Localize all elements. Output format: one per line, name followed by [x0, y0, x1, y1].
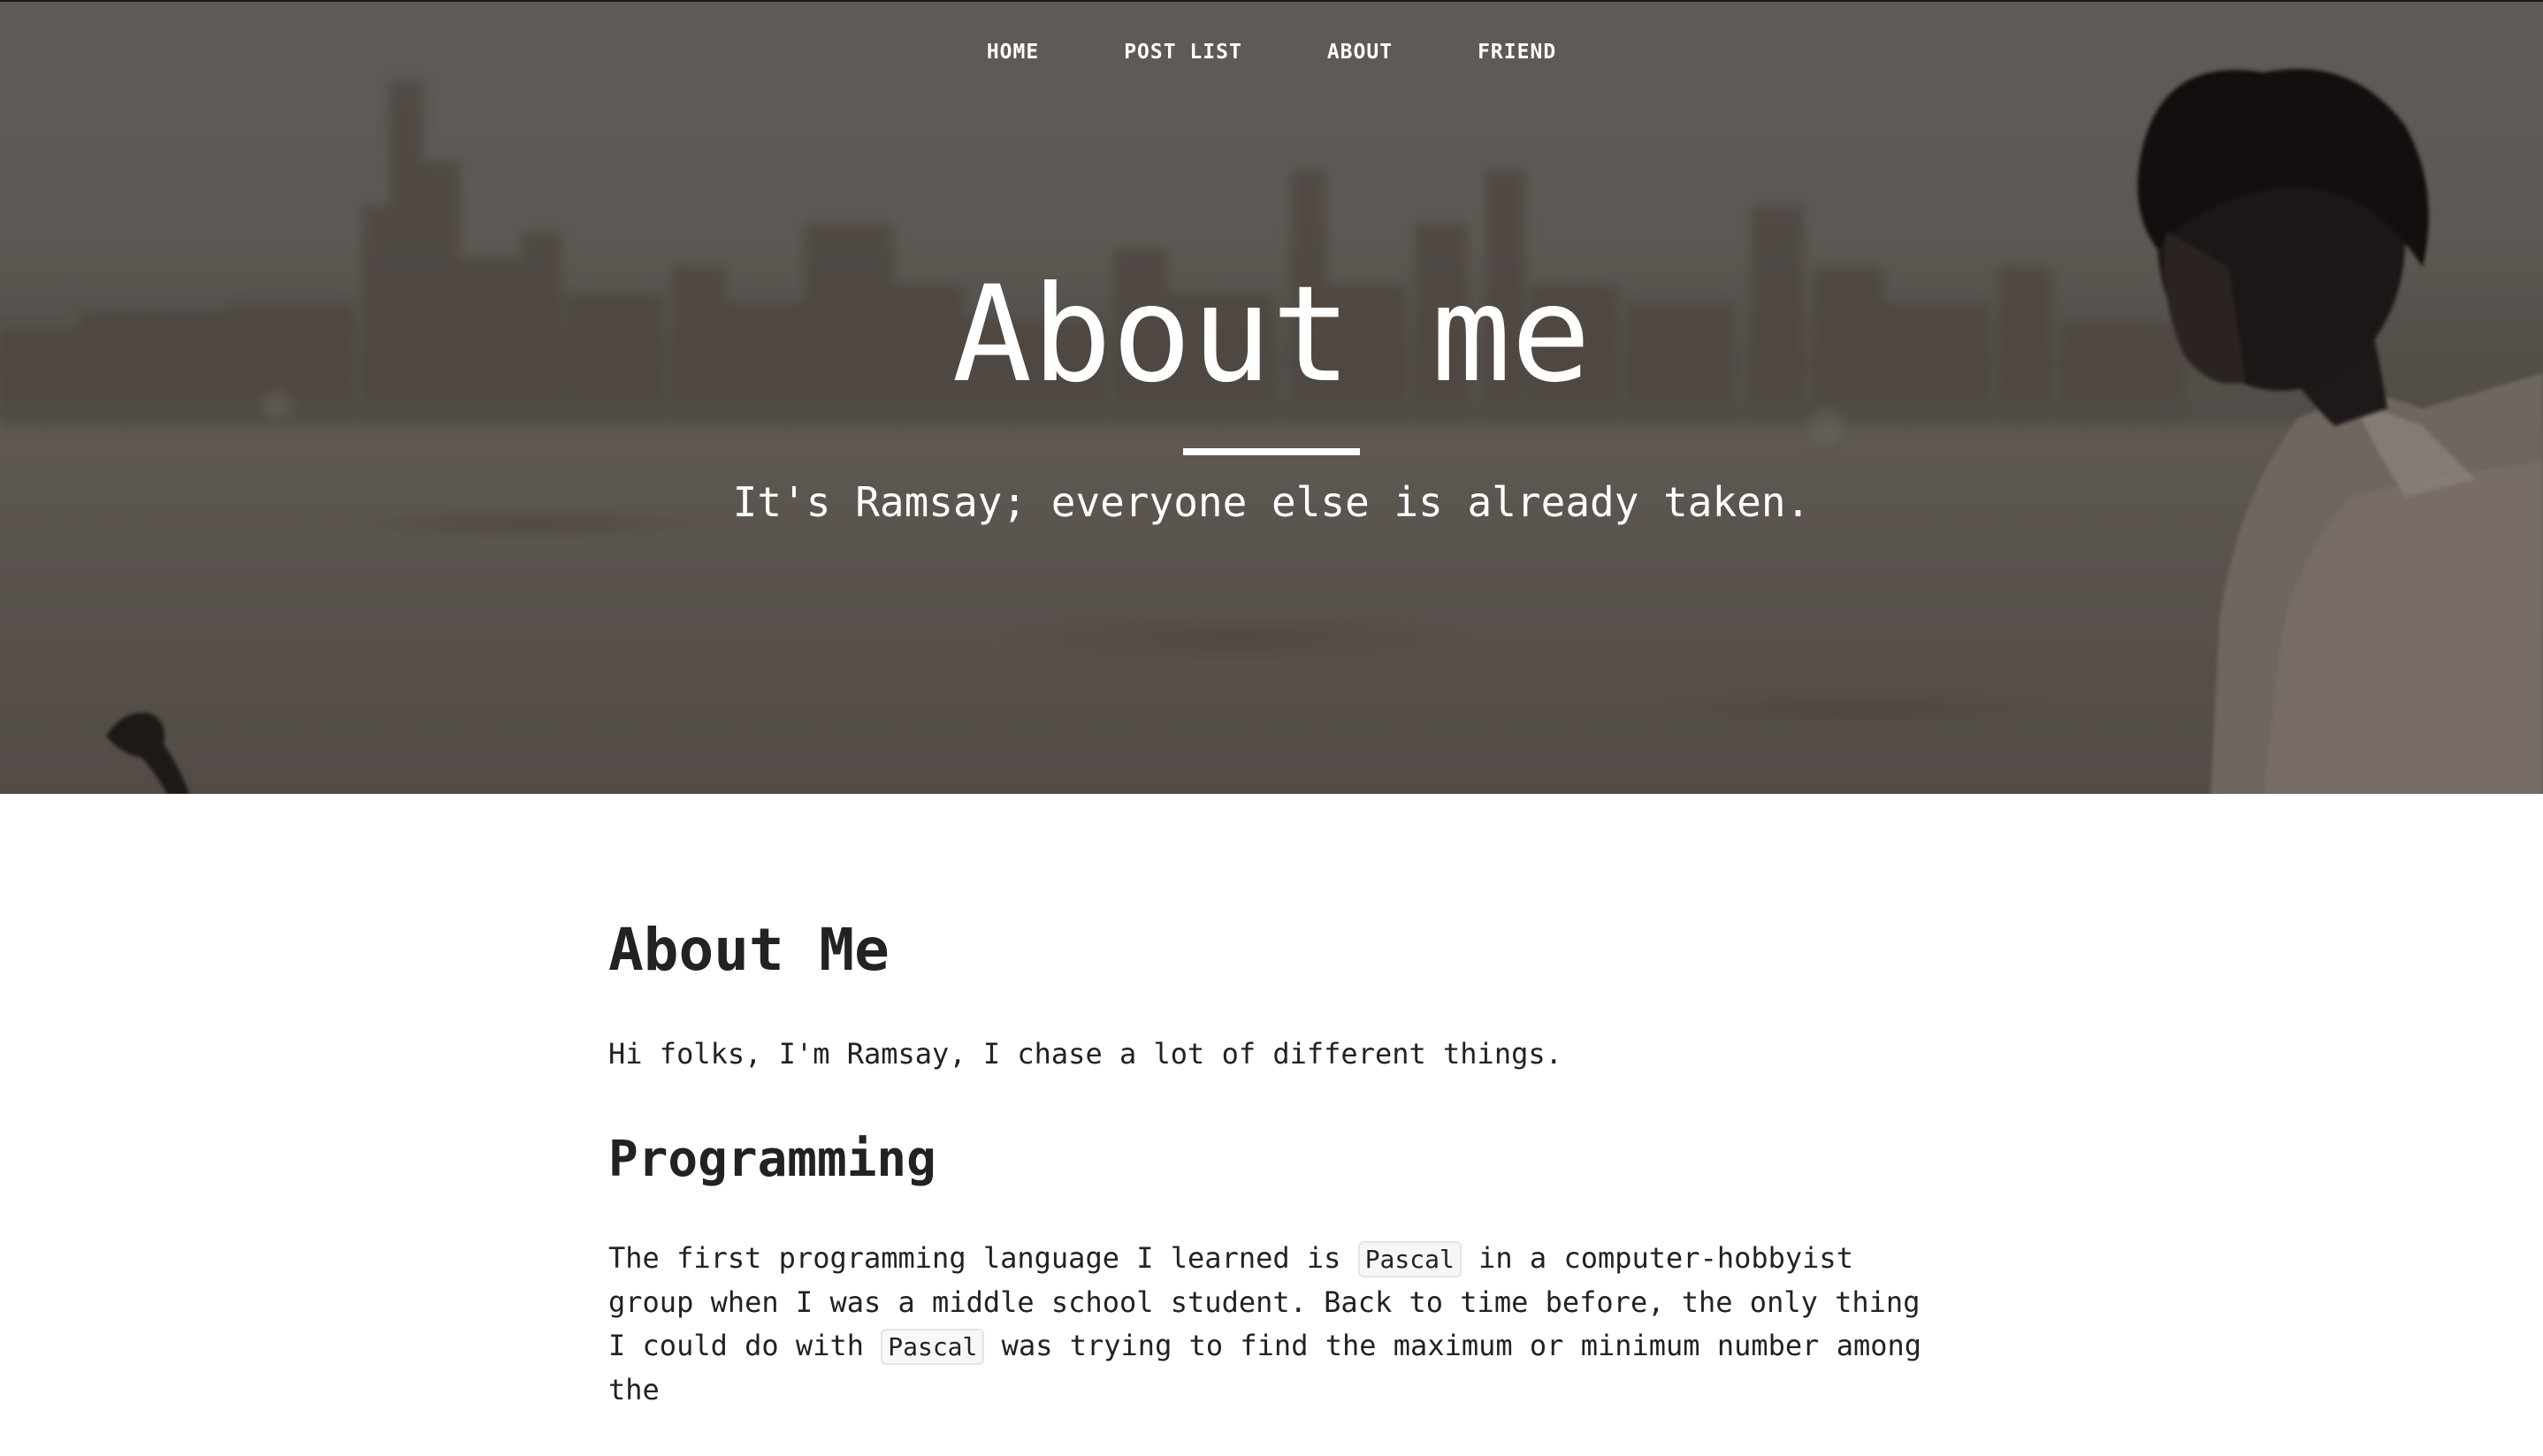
- article-heading: About Me: [608, 916, 890, 984]
- article-content: About Me Hi folks, I'm Ramsay, I chase a…: [608, 902, 1935, 1456]
- title-divider: [1183, 448, 1360, 455]
- page-title: About me: [951, 258, 1592, 412]
- hero-header: HOME POST LIST ABOUT FRIEND About me It'…: [0, 0, 2543, 794]
- page-subtitle: It's Ramsay; everyone else is already ta…: [732, 478, 1811, 526]
- programming-paragraph: The first programming language I learned…: [608, 1237, 1935, 1412]
- intro-paragraph: Hi folks, I'm Ramsay, I chase a lot of d…: [608, 1037, 1562, 1071]
- nav-link-post-list[interactable]: POST LIST: [1081, 41, 1285, 64]
- paragraph-text: The first programming language I learned…: [608, 1241, 1341, 1275]
- section-heading-programming: Programming: [608, 1131, 936, 1188]
- nav-link-home[interactable]: HOME: [944, 41, 1081, 64]
- nav-link-friend[interactable]: FRIEND: [1435, 41, 1599, 64]
- nav-link-about[interactable]: ABOUT: [1285, 41, 1435, 64]
- inline-code: Pascal: [1357, 1241, 1462, 1277]
- inline-code: Pascal: [881, 1329, 985, 1365]
- top-navigation: HOME POST LIST ABOUT FRIEND: [0, 41, 2543, 64]
